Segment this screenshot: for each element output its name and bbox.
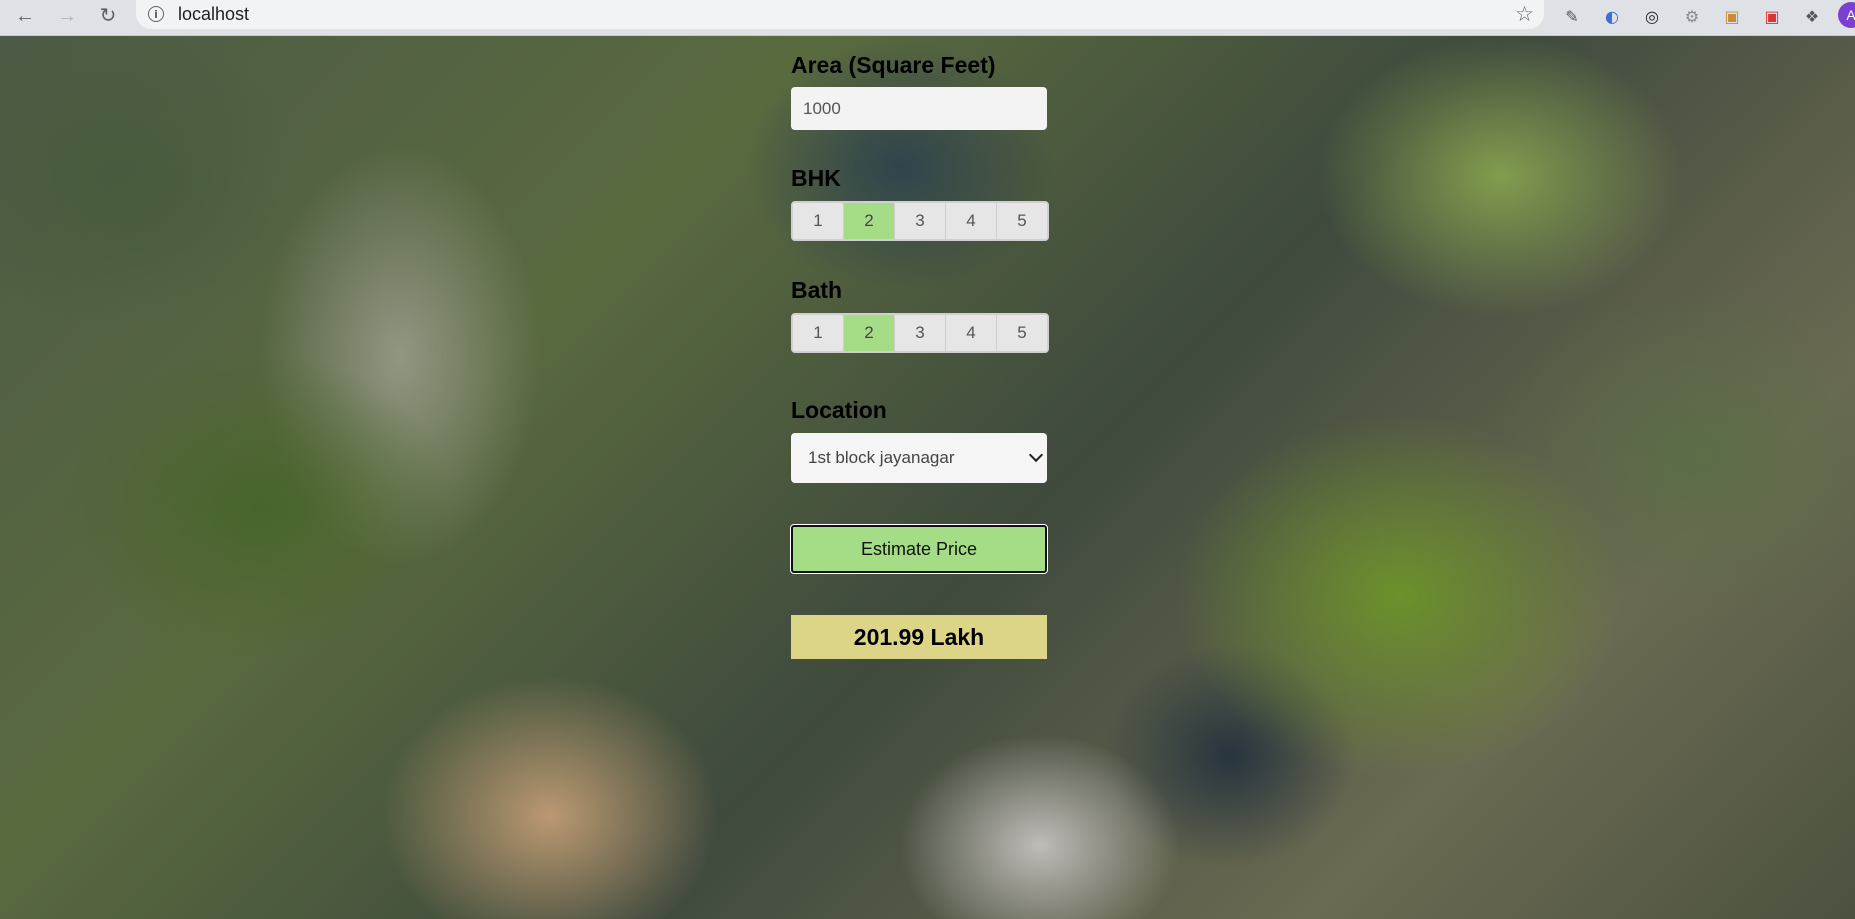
address-bar[interactable]: i localhost ☆	[136, 0, 1544, 29]
bhk-selector: 1 2 3 4 5	[791, 201, 1049, 241]
location-select[interactable]: 1st block jayanagar	[791, 433, 1047, 483]
extension-icon[interactable]: ▣	[1721, 5, 1743, 27]
url-text: localhost	[178, 4, 250, 24]
bath-option-4[interactable]: 4	[946, 315, 997, 351]
eyedropper-icon[interactable]: ✎	[1561, 5, 1583, 27]
location-value: 1st block jayanagar	[808, 448, 955, 467]
bath-option-1[interactable]: 1	[793, 315, 844, 351]
back-icon[interactable]: ←	[11, 3, 39, 29]
area-input[interactable]	[791, 87, 1047, 130]
info-icon[interactable]: i	[148, 6, 164, 22]
browser-toolbar: ← → ↻ i localhost ☆ ✎ ◐ ◎ ⚙ ▣ ▣ ❖ A	[0, 0, 1855, 36]
extension-icon[interactable]: ◐	[1601, 5, 1623, 27]
avatar[interactable]: A	[1838, 2, 1855, 28]
estimated-price: 201.99 Lakh	[791, 615, 1047, 659]
chevron-down-icon	[1028, 447, 1044, 463]
bhk-option-1[interactable]: 1	[793, 203, 844, 239]
bath-option-5[interactable]: 5	[997, 315, 1047, 351]
extension-icon[interactable]: ▣	[1761, 5, 1783, 27]
extension-icon[interactable]: ⚙	[1681, 5, 1703, 27]
area-label: Area (Square Feet)	[791, 52, 996, 78]
puzzle-icon[interactable]: ❖	[1801, 5, 1823, 27]
bhk-label: BHK	[791, 165, 841, 191]
bhk-option-3[interactable]: 3	[895, 203, 946, 239]
bhk-option-5[interactable]: 5	[997, 203, 1047, 239]
page-background: Area (Square Feet) BHK 1 2 3 4 5 Bath 1 …	[0, 36, 1855, 919]
bhk-option-2[interactable]: 2	[844, 203, 895, 239]
bath-label: Bath	[791, 277, 843, 303]
star-icon[interactable]: ☆	[1515, 2, 1534, 26]
bath-selector: 1 2 3 4 5	[791, 313, 1049, 353]
bhk-option-4[interactable]: 4	[946, 203, 997, 239]
forward-icon[interactable]: →	[53, 3, 81, 29]
reload-icon[interactable]: ↻	[94, 3, 122, 29]
estimate-price-button[interactable]: Estimate Price	[790, 524, 1048, 574]
bath-option-3[interactable]: 3	[895, 315, 946, 351]
bath-option-2[interactable]: 2	[844, 315, 895, 351]
extension-icon[interactable]: ◎	[1641, 5, 1663, 27]
price-form: Area (Square Feet) BHK 1 2 3 4 5 Bath 1 …	[790, 50, 1049, 659]
location-label: Location	[791, 397, 887, 423]
